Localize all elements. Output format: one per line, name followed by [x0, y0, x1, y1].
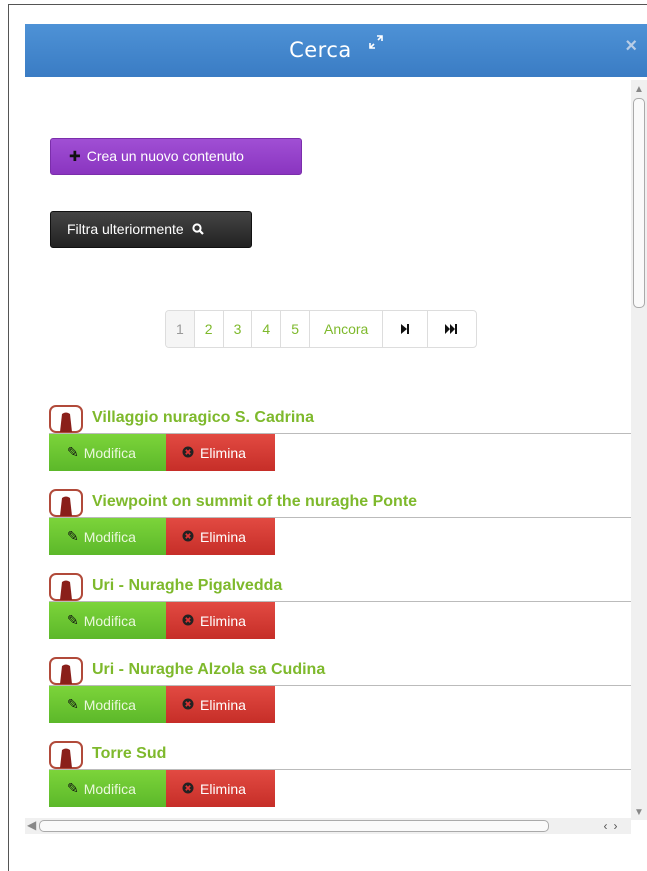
result-item: Uri - Nuraghe Alzola sa Cudina ✎ Modifica…	[49, 655, 631, 723]
result-item-header: Torre Sud	[49, 739, 631, 770]
edit-button[interactable]: ✎ Modifica	[49, 770, 166, 807]
result-item-header: Viewpoint on summit of the nuraghe Ponte	[49, 487, 631, 518]
nuraghe-icon	[49, 741, 83, 769]
delete-label: Elimina	[200, 444, 246, 461]
plus-icon: ✚	[69, 148, 81, 164]
delete-icon	[182, 697, 194, 713]
result-actions: ✎ Modifica Elimina	[49, 518, 631, 555]
edit-label: Modifica	[83, 612, 136, 629]
result-item-header: Uri - Nuraghe Alzola sa Cudina	[49, 655, 631, 686]
result-title[interactable]: Uri - Nuraghe Pigalvedda	[92, 577, 282, 595]
result-actions: ✎ Modifica Elimina	[49, 770, 631, 807]
page-3[interactable]: 3	[224, 311, 253, 347]
result-title[interactable]: Viewpoint on summit of the nuraghe Ponte	[92, 493, 417, 511]
edit-label: Modifica	[83, 780, 136, 797]
modal-header: Cerca ×	[25, 24, 647, 77]
result-title[interactable]: Torre Sud	[92, 745, 166, 763]
page-2[interactable]: 2	[195, 311, 224, 347]
delete-button[interactable]: Elimina	[166, 686, 275, 723]
edit-icon: ✎	[67, 780, 79, 796]
edit-button[interactable]: ✎ Modifica	[49, 518, 166, 555]
create-content-label: Crea un nuovo contenuto	[86, 148, 244, 164]
horizontal-scrollbar[interactable]: ◀	[25, 818, 631, 834]
filter-further-label: Filtra ulteriormente	[67, 221, 184, 237]
vertical-scroll-thumb[interactable]	[633, 98, 645, 308]
expand-arrows-icon[interactable]	[369, 16, 383, 69]
edit-button[interactable]: ✎ Modifica	[49, 434, 166, 471]
delete-button[interactable]: Elimina	[166, 770, 275, 807]
edit-button[interactable]: ✎ Modifica	[49, 602, 166, 639]
edit-icon: ✎	[67, 444, 79, 460]
close-icon[interactable]: ×	[625, 35, 637, 58]
result-title[interactable]: Uri - Nuraghe Alzola sa Cudina	[92, 661, 325, 679]
scroll-right-arrow-icon[interactable]: ›	[614, 819, 618, 833]
delete-label: Elimina	[200, 696, 246, 713]
search-icon	[191, 213, 204, 248]
scroll-down-icon[interactable]: ▼	[634, 807, 644, 818]
edit-label: Modifica	[83, 444, 136, 461]
edit-label: Modifica	[83, 696, 136, 713]
edit-icon: ✎	[67, 528, 79, 544]
more-pages-link[interactable]: Ancora	[310, 311, 384, 347]
delete-label: Elimina	[200, 528, 246, 545]
edit-label: Modifica	[83, 528, 136, 545]
delete-button[interactable]: Elimina	[166, 434, 275, 471]
page-4[interactable]: 4	[252, 311, 282, 347]
last-page-icon[interactable]	[428, 311, 476, 347]
scroll-up-icon[interactable]: ▲	[634, 84, 644, 95]
result-item-header: Villaggio nuragico S. Cadrina	[49, 403, 631, 434]
filter-further-button[interactable]: Filtra ulteriormente	[50, 211, 252, 248]
result-actions: ✎ Modifica Elimina	[49, 434, 631, 471]
modal-body: ✚ Crea un nuovo contenuto Filtra ulterior…	[25, 77, 631, 818]
create-content-button[interactable]: ✚ Crea un nuovo contenuto	[50, 138, 302, 175]
nuraghe-icon	[49, 657, 83, 685]
delete-label: Elimina	[200, 612, 246, 629]
nuraghe-icon	[49, 573, 83, 601]
edit-button[interactable]: ✎ Modifica	[49, 686, 166, 723]
page-5[interactable]: 5	[281, 311, 310, 347]
edit-icon: ✎	[67, 612, 79, 628]
delete-icon	[182, 529, 194, 545]
delete-icon	[182, 613, 194, 629]
vertical-scrollbar[interactable]: ▲ ▼	[631, 80, 647, 820]
edit-icon: ✎	[67, 696, 79, 712]
result-actions: ✎ Modifica Elimina	[49, 602, 631, 639]
next-page-icon[interactable]	[383, 311, 429, 347]
result-item: Uri - Nuraghe Pigalvedda ✎ Modifica Elimi…	[49, 571, 631, 639]
result-item-header: Uri - Nuraghe Pigalvedda	[49, 571, 631, 602]
result-item: Torre Sud ✎ Modifica Elimina	[49, 739, 631, 807]
delete-icon	[182, 445, 194, 461]
horizontal-scroll-thumb[interactable]	[39, 820, 549, 832]
delete-button[interactable]: Elimina	[166, 518, 275, 555]
result-actions: ✎ Modifica Elimina	[49, 686, 631, 723]
result-item: Villaggio nuragico S. Cadrina ✎ Modifica …	[49, 403, 631, 471]
modal-title: Cerca	[25, 24, 647, 77]
result-title[interactable]: Villaggio nuragico S. Cadrina	[92, 409, 314, 427]
result-item: Viewpoint on summit of the nuraghe Ponte…	[49, 487, 631, 555]
modal-title-text: Cerca	[289, 38, 352, 62]
nuraghe-icon	[49, 489, 83, 517]
scroll-left-arrow-icon[interactable]: ‹	[604, 819, 608, 833]
delete-button[interactable]: Elimina	[166, 602, 275, 639]
delete-icon	[182, 781, 194, 797]
pagination: 1 2 3 4 5 Ancora	[165, 310, 478, 348]
delete-label: Elimina	[200, 780, 246, 797]
nuraghe-icon	[49, 405, 83, 433]
page-1[interactable]: 1	[166, 311, 195, 347]
scroll-left-icon[interactable]: ◀	[27, 818, 36, 832]
scroll-corner: ‹ ›	[590, 818, 631, 834]
